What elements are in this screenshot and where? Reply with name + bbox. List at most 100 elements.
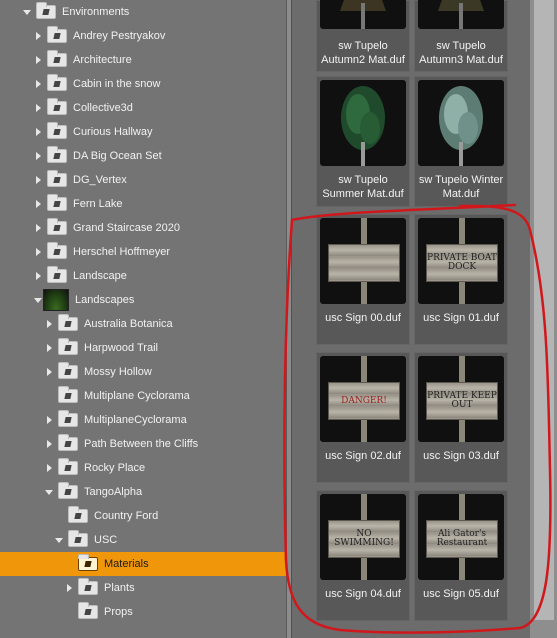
tree-item-label: Fern Lake [73, 198, 123, 210]
asset-tile[interactable]: sw Tupelo Summer Mat.duf [316, 76, 410, 207]
folder-icon [47, 170, 67, 187]
asset-tile[interactable]: Ali Gator's Restaurant usc Sign 05.duf [414, 490, 508, 621]
expand-arrow-icon[interactable] [33, 247, 43, 257]
asset-tile[interactable]: usc Sign 00.duf [316, 214, 410, 345]
asset-tile[interactable]: sw Tupelo Autumn3 Mat.duf [414, 0, 508, 72]
expand-arrow-icon[interactable] [33, 151, 43, 161]
folder-icon [58, 338, 78, 355]
folder-icon [47, 194, 67, 211]
folder-icon [78, 602, 98, 619]
asset-tile[interactable]: sw Tupelo Winter Mat.duf [414, 76, 508, 207]
collapse-arrow-icon[interactable] [22, 7, 32, 17]
folder-icon [68, 506, 88, 523]
asset-tile[interactable]: PRIVATE BOAT DOCK usc Sign 01.duf [414, 214, 508, 345]
tree-item-label: Mossy Hollow [84, 366, 152, 378]
asset-tile[interactable]: NO SWIMMING! usc Sign 04.duf [316, 490, 410, 621]
landscape-thumbnail-icon [43, 289, 69, 311]
tree-item-label: USC [94, 534, 118, 546]
folder-icon [58, 482, 78, 499]
tree-item[interactable]: Andrey Pestryakov [0, 24, 286, 48]
tree-item[interactable]: DA Big Ocean Set [0, 144, 286, 168]
expand-arrow-icon[interactable] [33, 271, 43, 281]
collapse-arrow-icon[interactable] [33, 295, 43, 305]
folder-icon [47, 26, 67, 43]
tree-thumbnail [418, 0, 504, 29]
expand-arrow-icon[interactable] [44, 367, 54, 377]
content-grid: sw Tupelo Autumn2 Mat.duf sw Tupelo Autu… [291, 0, 557, 638]
asset-caption: sw Tupelo Autumn2 Mat.duf [321, 40, 405, 66]
tree-item-label: Harpwood Trail [84, 342, 158, 354]
tree-item-tangoalpha[interactable]: TangoAlpha [0, 480, 286, 504]
expand-arrow-icon[interactable] [44, 319, 54, 329]
expand-arrow-icon[interactable] [33, 55, 43, 65]
tree-item[interactable]: DG_Vertex [0, 168, 286, 192]
tree-item-label: Grand Staircase 2020 [73, 222, 181, 234]
folder-icon [58, 434, 78, 451]
tree-item-landscapes[interactable]: Landscapes [0, 288, 286, 312]
tree-item[interactable]: Architecture [0, 48, 286, 72]
tree-item[interactable]: Mossy Hollow [0, 360, 286, 384]
tree-item[interactable]: Curious Hallway [0, 120, 286, 144]
sign-board: NO SWIMMING! [328, 520, 400, 558]
asset-tile[interactable]: sw Tupelo Autumn2 Mat.duf [316, 0, 410, 72]
asset-caption: usc Sign 03.duf [423, 450, 499, 462]
vertical-scrollbar[interactable] [530, 0, 557, 638]
tree-item-label: DG_Vertex [73, 174, 127, 186]
tree-thumbnail [320, 80, 406, 166]
tree-item-country-ford[interactable]: Country Ford [0, 504, 286, 528]
tree-item-label: Plants [104, 582, 135, 594]
folder-icon [47, 74, 67, 91]
sign-board: Ali Gator's Restaurant [426, 520, 498, 558]
tree-item-props[interactable]: Props [0, 600, 286, 624]
content-library-tree: Environments Andrey Pestryakov Architect… [0, 0, 286, 638]
tree-item-label: Australia Botanica [84, 318, 173, 330]
scrollbar-thumb[interactable] [534, 0, 554, 620]
tree-item-label: Materials [104, 558, 149, 570]
expand-arrow-icon[interactable] [33, 127, 43, 137]
asset-caption: usc Sign 01.duf [423, 312, 499, 324]
tree-item[interactable]: Rocky Place [0, 456, 286, 480]
sign-thumbnail: DANGER! [320, 356, 406, 442]
tree-item[interactable]: Australia Botanica [0, 312, 286, 336]
tree-item[interactable]: Herschel Hoffmeyer [0, 240, 286, 264]
folder-icon [36, 2, 56, 19]
tree-item-environments[interactable]: Environments [0, 0, 286, 24]
tree-item-plants[interactable]: Plants [0, 576, 286, 600]
expand-arrow-icon[interactable] [33, 175, 43, 185]
sign-board: PRIVATE KEEP OUT [426, 382, 498, 420]
sign-thumbnail: PRIVATE KEEP OUT [418, 356, 504, 442]
asset-tile[interactable]: DANGER! usc Sign 02.duf [316, 352, 410, 483]
tree-item[interactable]: Fern Lake [0, 192, 286, 216]
tree-item[interactable]: Multiplane Cyclorama [0, 384, 286, 408]
tree-item[interactable]: MultiplaneCyclorama [0, 408, 286, 432]
tree-item[interactable]: Collective3d [0, 96, 286, 120]
asset-tile[interactable]: PRIVATE KEEP OUT usc Sign 03.duf [414, 352, 508, 483]
tree-item-usc[interactable]: USC [0, 528, 286, 552]
expand-arrow-icon[interactable] [33, 79, 43, 89]
asset-caption: sw Tupelo Winter Mat.duf [418, 174, 504, 200]
expand-arrow-icon[interactable] [64, 583, 74, 593]
tree-item-label: Cabin in the snow [73, 78, 161, 90]
sign-thumbnail: NO SWIMMING! [320, 494, 406, 580]
expand-arrow-icon[interactable] [44, 343, 54, 353]
expand-arrow-icon[interactable] [33, 199, 43, 209]
tree-item[interactable]: Harpwood Trail [0, 336, 286, 360]
tree-item[interactable]: Path Between the Cliffs [0, 432, 286, 456]
expand-arrow-icon[interactable] [33, 223, 43, 233]
expand-arrow-icon[interactable] [33, 31, 43, 41]
tree-item[interactable]: Landscape [0, 264, 286, 288]
tree-item[interactable]: Grand Staircase 2020 [0, 216, 286, 240]
expand-arrow-icon[interactable] [44, 415, 54, 425]
expand-arrow-icon[interactable] [44, 439, 54, 449]
tree-item-materials[interactable]: Materials [0, 552, 286, 576]
tree-item-label: Andrey Pestryakov [73, 30, 166, 42]
expand-arrow-icon[interactable] [44, 463, 54, 473]
sign-thumbnail [320, 218, 406, 304]
tree-item[interactable]: Cabin in the snow [0, 72, 286, 96]
sign-board: PRIVATE BOAT DOCK [426, 244, 498, 282]
collapse-arrow-icon[interactable] [44, 487, 54, 497]
folder-icon [47, 218, 67, 235]
expand-arrow-icon[interactable] [33, 103, 43, 113]
sign-board: DANGER! [328, 382, 400, 420]
collapse-arrow-icon[interactable] [54, 535, 64, 545]
